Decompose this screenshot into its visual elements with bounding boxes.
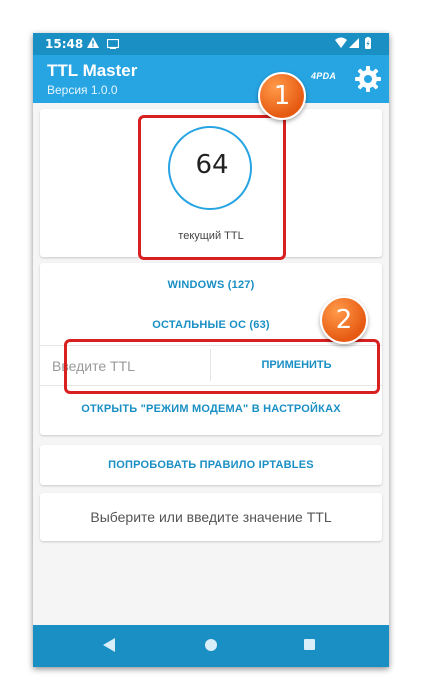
windows-ttl-button[interactable]: WINDOWS (127) — [40, 279, 382, 291]
app-bar: TTL Master Версия 1.0.0 4PDA — [33, 55, 389, 103]
status-time: 15:48 — [45, 37, 84, 51]
app-title: TTL Master — [47, 61, 138, 80]
callout-2-badge: 2 — [320, 296, 368, 344]
home-icon[interactable] — [205, 639, 217, 651]
signal-icon — [349, 38, 359, 48]
warning-icon — [87, 37, 99, 51]
hint-card: Выберите или введите значение TTL — [40, 493, 382, 541]
callout-1-highlight — [138, 115, 286, 260]
screen-cast-icon — [106, 38, 120, 52]
navigation-bar — [33, 625, 389, 667]
wifi-icon — [335, 37, 347, 48]
hint-text: Выберите или введите значение TTL — [90, 509, 332, 525]
app-version: Версия 1.0.0 — [47, 83, 118, 97]
status-bar: 15:48 — [33, 33, 389, 55]
iptables-card: ПОПРОБОВАТЬ ПРАВИЛО IPTABLES — [40, 445, 382, 485]
callout-2-highlight — [64, 339, 380, 394]
4pda-logo[interactable]: 4PDA — [311, 71, 336, 81]
back-icon[interactable] — [103, 638, 115, 657]
battery-icon — [365, 37, 371, 49]
settings-gear-icon[interactable] — [355, 66, 381, 97]
recent-apps-icon[interactable] — [304, 639, 315, 650]
try-iptables-button[interactable]: ПОПРОБОВАТЬ ПРАВИЛО IPTABLES — [40, 459, 382, 471]
open-modem-settings-button[interactable]: ОТКРЫТЬ "РЕЖИМ МОДЕМА" В НАСТРОЙКАХ — [40, 403, 382, 415]
status-right-icons — [335, 37, 379, 53]
callout-1-badge: 1 — [258, 72, 306, 120]
